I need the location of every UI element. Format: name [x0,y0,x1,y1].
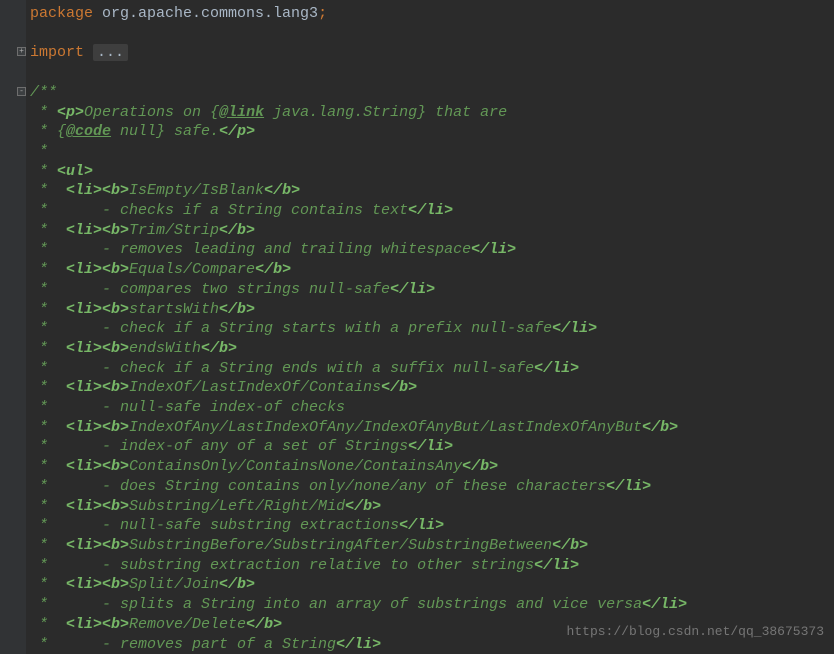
javadoc-link-tag: @link [219,104,264,121]
fold-expand-icon[interactable]: + [17,47,26,56]
package-name: org.apache.commons.lang3 [93,5,318,22]
javadoc-line[interactable]: * - does String contains only/none/any o… [30,477,834,497]
javadoc-line[interactable]: * - index-of any of a set of Strings</li… [30,437,834,457]
javadoc-line[interactable]: * <li><b>Equals/Compare</b> [30,260,834,280]
javadoc-line[interactable]: * - substring extraction relative to oth… [30,556,834,576]
javadoc-line[interactable]: * <ul> [30,162,834,182]
javadoc-line[interactable]: * - check if a String ends with a suffix… [30,359,834,379]
javadoc-line[interactable]: * - splits a String into an array of sub… [30,595,834,615]
javadoc-line[interactable]: * {@code null} safe.</p> [30,122,834,142]
editor-gutter: + - [0,0,26,654]
javadoc-line[interactable]: * <li><b>startsWith</b> [30,300,834,320]
javadoc-line[interactable]: * <li><b>Trim/Strip</b> [30,221,834,241]
code-line[interactable] [30,24,834,44]
keyword-package: package [30,5,93,22]
javadoc-line[interactable]: * <li><b>IndexOf/LastIndexOf/Contains</b… [30,378,834,398]
code-line[interactable]: package org.apache.commons.lang3; [30,4,834,24]
javadoc-line[interactable]: * - checks if a String contains text</li… [30,201,834,221]
javadoc-code-tag: @code [66,123,111,140]
javadoc-line[interactable]: * <li><b>Split/Join</b> [30,575,834,595]
keyword-import: import [30,44,84,61]
javadoc-line[interactable]: * <li><b>IsEmpty/IsBlank</b> [30,181,834,201]
javadoc-line[interactable]: * - compares two strings null-safe</li> [30,280,834,300]
javadoc-line[interactable]: * - removes leading and trailing whitesp… [30,240,834,260]
javadoc-line[interactable]: * - check if a String starts with a pref… [30,319,834,339]
javadoc-line[interactable]: * - null-safe index-of checks [30,398,834,418]
watermark-url: https://blog.csdn.net/qq_38675373 [567,622,824,642]
javadoc-line[interactable]: * <p>Operations on {@link java.lang.Stri… [30,103,834,123]
space [84,44,93,61]
javadoc-line[interactable]: * <li><b>SubstringBefore/SubstringAfter/… [30,536,834,556]
code-line[interactable] [30,63,834,83]
javadoc-line[interactable]: * <li><b>Substring/Left/Right/Mid</b> [30,497,834,517]
javadoc-line[interactable]: * <li><b>endsWith</b> [30,339,834,359]
code-line[interactable]: import ... [30,43,834,63]
fold-collapse-icon[interactable]: - [17,87,26,96]
javadoc-line[interactable]: * <li><b>ContainsOnly/ContainsNone/Conta… [30,457,834,477]
folded-region[interactable]: ... [93,44,128,61]
javadoc-line[interactable]: /** [30,83,834,103]
javadoc-line[interactable]: * - null-safe substring extractions</li> [30,516,834,536]
semicolon: ; [318,5,327,22]
javadoc-line[interactable]: * [30,142,834,162]
javadoc-line[interactable]: * <li><b>IndexOfAny/LastIndexOfAny/Index… [30,418,834,438]
